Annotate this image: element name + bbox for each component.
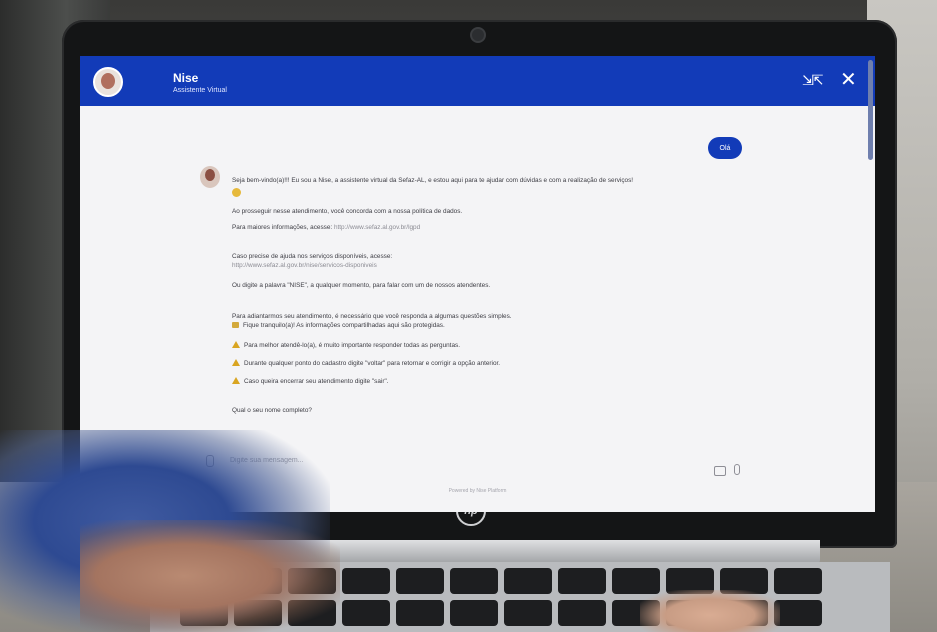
bot-keyword-tip: Ou digite a palavra "NISE", a qualquer m…	[232, 282, 491, 289]
chat-header: Nise Assistente Virtual ⇲⇱ ✕	[80, 56, 875, 106]
scrollbar[interactable]	[868, 60, 873, 160]
warning-item-3: Caso queira encerrar seu atendimento dig…	[232, 377, 792, 386]
bot-safety-note: Fique tranquilo(a)! As informações compa…	[232, 321, 792, 330]
bot-subtitle: Assistente Virtual	[173, 87, 227, 94]
camera-icon[interactable]	[714, 466, 726, 476]
warning-item-2: Durante qualquer ponto do cadastro digit…	[232, 359, 792, 368]
bot-welcome-message: Seja bem-vindo(a)!!! Eu sou a Nise, a as…	[232, 177, 634, 184]
more-info-text: Para maiores informações, acesse:	[232, 224, 333, 231]
services-link[interactable]: http://www.sefaz.al.gov.br/nise/servicos…	[232, 261, 792, 270]
user-message-bubble: Olá	[708, 137, 742, 159]
warning-item-1: Para melhor atendê-lo(a), é muito import…	[232, 341, 792, 350]
bot-questions-intro: Para adiantarmos seu atendimento, é nece…	[232, 313, 512, 320]
bot-avatar	[93, 67, 123, 97]
webcam	[472, 29, 484, 41]
bot-name: Nise	[173, 71, 199, 85]
warning-icon	[232, 341, 240, 348]
bot-more-info-message: Para maiores informações, acesse: http:/…	[232, 223, 792, 232]
bot-name-question: Qual o seu nome completo?	[232, 407, 312, 414]
lgpd-link[interactable]: http://www.sefaz.al.gov.br/lgpd	[334, 224, 420, 231]
foreground-blur-arm	[80, 520, 340, 632]
smile-emoji-icon	[232, 188, 241, 197]
bot-services-help: Caso precise de ajuda nos serviços dispo…	[232, 253, 393, 260]
close-icon[interactable]: ✕	[840, 67, 857, 92]
warning-icon	[232, 377, 240, 384]
warning-icon	[232, 359, 240, 366]
bot-privacy-message: Ao prosseguir nesse atendimento, você co…	[232, 208, 463, 215]
lock-icon	[232, 322, 239, 328]
bot-message-avatar	[200, 166, 220, 188]
microphone-icon[interactable]	[734, 464, 740, 475]
minimize-icon[interactable]: ⇲⇱	[802, 72, 824, 89]
foreground-blur-hand	[640, 590, 780, 632]
